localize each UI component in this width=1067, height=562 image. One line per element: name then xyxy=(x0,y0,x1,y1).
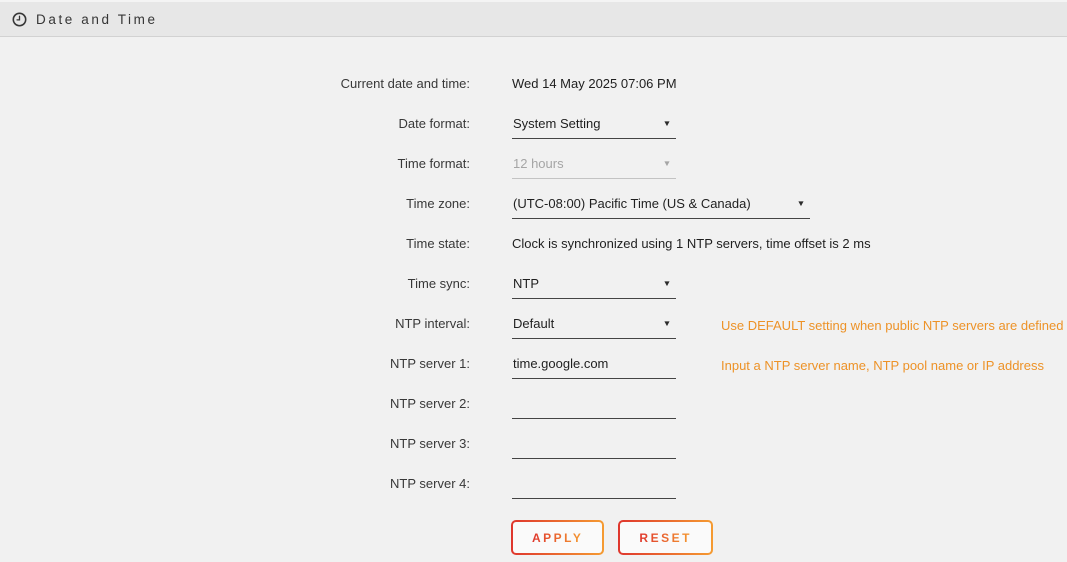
ntp-interval-hint: Use DEFAULT setting when public NTP serv… xyxy=(721,318,1064,333)
date-time-form: Current date and time: Wed 14 May 2025 0… xyxy=(0,37,1067,555)
ntp-server-1-input[interactable] xyxy=(512,356,676,379)
ntp-server-2-input[interactable] xyxy=(512,396,676,419)
time-format-label: Time format: xyxy=(0,156,470,171)
reset-button[interactable]: RESET xyxy=(618,520,713,555)
clock-icon xyxy=(12,12,27,27)
reset-button-label: RESET xyxy=(639,531,692,545)
panel-header: Date and Time xyxy=(0,0,1067,37)
time-state-label: Time state: xyxy=(0,236,470,251)
time-zone-label: Time zone: xyxy=(0,196,470,211)
field-row-time-sync: Time sync: NTP ▼ xyxy=(0,263,1067,303)
current-datetime-label: Current date and time: xyxy=(0,76,470,91)
field-row-time-format: Time format: 12 hours ▼ xyxy=(0,143,1067,183)
ntp-interval-label: NTP interval: xyxy=(0,316,470,331)
time-sync-selected-value: NTP xyxy=(513,276,539,291)
ntp-interval-select[interactable]: Default ▼ xyxy=(512,316,676,339)
date-format-select[interactable]: System Setting ▼ xyxy=(512,116,676,139)
form-buttons-row: APPLY RESET xyxy=(0,520,1067,555)
field-row-ntp-server-3: NTP server 3: xyxy=(0,423,1067,463)
apply-button-label: APPLY xyxy=(532,531,583,545)
date-format-selected-value: System Setting xyxy=(513,116,600,131)
field-row-current-datetime: Current date and time: Wed 14 May 2025 0… xyxy=(0,63,1067,103)
ntp-server-4-input[interactable] xyxy=(512,476,676,499)
time-sync-select[interactable]: NTP ▼ xyxy=(512,276,676,299)
chevron-down-icon: ▼ xyxy=(663,159,672,168)
ntp-server-3-label: NTP server 3: xyxy=(0,436,470,451)
current-datetime-value: Wed 14 May 2025 07:06 PM xyxy=(512,76,677,91)
ntp-server-hint: Input a NTP server name, NTP pool name o… xyxy=(721,358,1044,373)
chevron-down-icon: ▼ xyxy=(663,319,672,328)
field-row-time-state: Time state: Clock is synchronized using … xyxy=(0,223,1067,263)
time-format-selected-value: 12 hours xyxy=(513,156,564,171)
chevron-down-icon: ▼ xyxy=(663,119,672,128)
apply-button[interactable]: APPLY xyxy=(511,520,604,555)
time-zone-selected-value: (UTC-08:00) Pacific Time (US & Canada) xyxy=(513,196,751,211)
field-row-date-format: Date format: System Setting ▼ xyxy=(0,103,1067,143)
ntp-server-4-label: NTP server 4: xyxy=(0,476,470,491)
chevron-down-icon: ▼ xyxy=(663,279,672,288)
ntp-server-1-label: NTP server 1: xyxy=(0,356,470,371)
ntp-interval-selected-value: Default xyxy=(513,316,554,331)
time-state-value: Clock is synchronized using 1 NTP server… xyxy=(512,236,871,251)
field-row-time-zone: Time zone: (UTC-08:00) Pacific Time (US … xyxy=(0,183,1067,223)
field-row-ntp-server-4: NTP server 4: xyxy=(0,463,1067,503)
time-zone-select[interactable]: (UTC-08:00) Pacific Time (US & Canada) ▼ xyxy=(512,196,810,219)
chevron-down-icon: ▼ xyxy=(797,199,806,208)
ntp-server-3-input[interactable] xyxy=(512,436,676,459)
time-sync-label: Time sync: xyxy=(0,276,470,291)
time-format-select: 12 hours ▼ xyxy=(512,156,676,179)
field-row-ntp-server-2: NTP server 2: xyxy=(0,383,1067,423)
date-format-label: Date format: xyxy=(0,116,470,131)
ntp-server-2-label: NTP server 2: xyxy=(0,396,470,411)
field-row-ntp-interval: NTP interval: Default ▼ Use DEFAULT sett… xyxy=(0,303,1067,343)
field-row-ntp-server-1: NTP server 1: Input a NTP server name, N… xyxy=(0,343,1067,383)
panel-title: Date and Time xyxy=(36,12,158,27)
